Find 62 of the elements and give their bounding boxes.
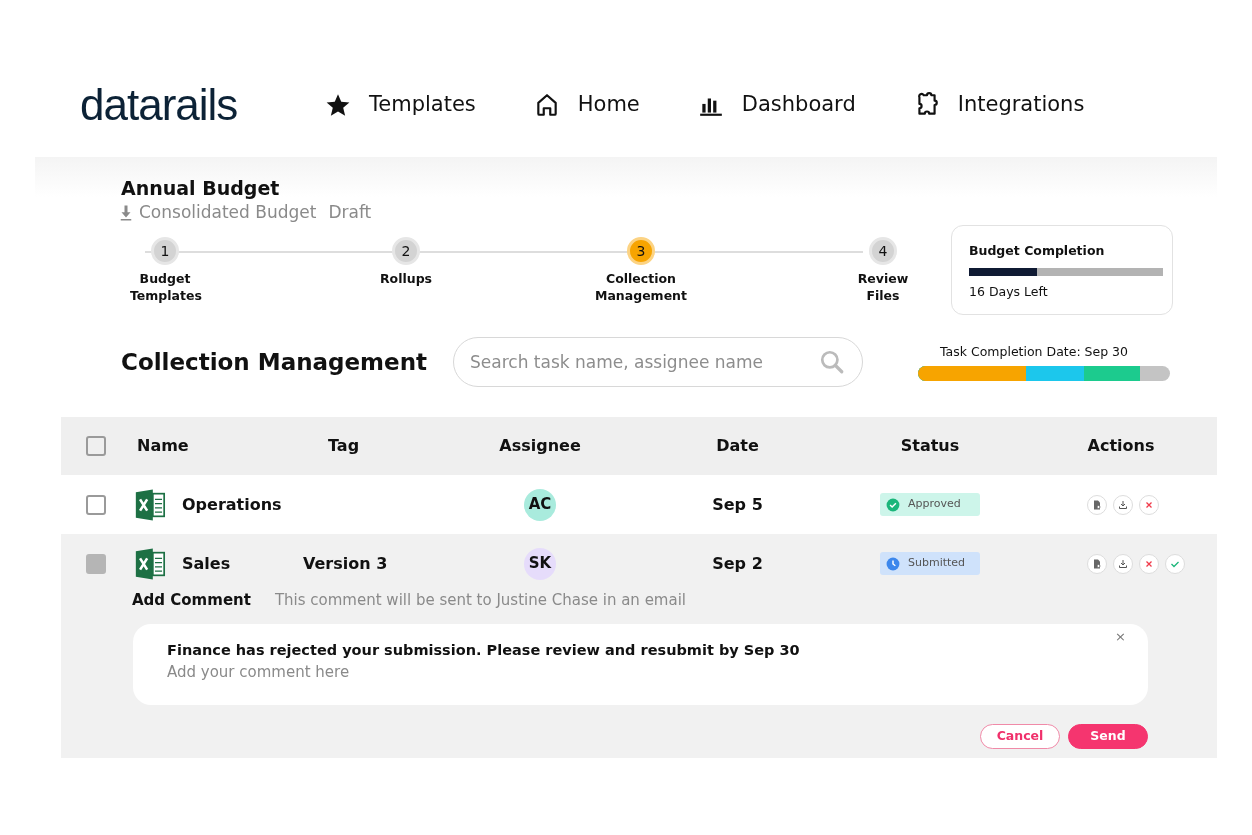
- step-label: Budget Templates: [130, 271, 200, 304]
- spreadsheet-icon: [133, 487, 167, 522]
- comment-label: Add Comment: [132, 590, 251, 611]
- file-name: Operations: [182, 493, 282, 516]
- file-preview-icon: [1091, 498, 1103, 511]
- nav-link[interactable]: Dashboard: [741, 88, 856, 121]
- download-button[interactable]: [1113, 553, 1133, 574]
- reject-button[interactable]: [1139, 553, 1159, 574]
- column-header: Assignee: [499, 435, 581, 457]
- reject-button[interactable]: [1139, 494, 1159, 515]
- date-text: Sep 5: [712, 493, 763, 516]
- step-circle[interactable]: 2: [392, 237, 420, 266]
- column-header: Date: [716, 435, 759, 457]
- status-text: Approved: [908, 496, 961, 513]
- file-name: Consolidated Budget: [139, 200, 317, 224]
- date-text: Sep 2: [712, 552, 763, 575]
- card-title: Budget Completion: [969, 242, 1106, 260]
- comment-field[interactable]: Finance has rejected your submission. Please review and resubmit by Sep 30 Add your comment here ×: [133, 623, 1148, 705]
- file-status: Draft: [328, 200, 372, 224]
- step-circle[interactable]: 4: [869, 237, 897, 266]
- status-text: Submitted: [908, 555, 966, 572]
- days-left: 16 Days Left: [969, 282, 1049, 301]
- nav-link[interactable]: Home: [577, 88, 640, 121]
- comment-hint: This comment will be sent to Justine Chase in an email: [274, 590, 686, 611]
- file-name: Sales: [182, 552, 231, 575]
- section-title: Collection Management: [121, 347, 429, 377]
- column-header: Actions: [1087, 435, 1155, 457]
- preview-button[interactable]: [1087, 494, 1107, 515]
- search-field[interactable]: Search task name, assignee name: [453, 337, 863, 387]
- column-header: Status: [900, 435, 960, 457]
- download-icon: [1117, 498, 1129, 511]
- check-circle-icon: [886, 497, 900, 512]
- send-button[interactable]: Send: [1068, 723, 1148, 749]
- nav-link[interactable]: Templates: [369, 88, 476, 121]
- download-button[interactable]: [1113, 494, 1133, 515]
- page-title: Annual Budget: [121, 177, 281, 200]
- step-label: Collection Management: [594, 271, 688, 304]
- file-preview-icon: [1091, 557, 1103, 570]
- close-button[interactable]: ×: [1109, 625, 1132, 647]
- nav-link[interactable]: Integrations: [957, 88, 1085, 121]
- spreadsheet-icon: [133, 546, 167, 581]
- step-label: Rollups: [378, 271, 434, 288]
- checkbox[interactable]: [86, 553, 106, 574]
- preview-button[interactable]: [1087, 553, 1107, 574]
- step-circle[interactable]: 1: [151, 237, 179, 266]
- checkbox[interactable]: [86, 494, 106, 515]
- approve-button[interactable]: [1165, 553, 1185, 574]
- column-header: Name: [137, 435, 189, 457]
- search-icon[interactable]: [819, 349, 845, 375]
- comment-message: Finance has rejected your submission. Please review and resubmit by Sep 30: [167, 640, 801, 660]
- logo: datarails: [80, 82, 239, 127]
- checkbox[interactable]: [86, 436, 106, 456]
- completion-date: Task Completion Date: Sep 30: [939, 342, 1129, 361]
- avatar: SK: [524, 547, 556, 580]
- download-icon: [1117, 557, 1129, 570]
- tag-text: Version 3: [303, 552, 388, 575]
- clock-icon: [886, 556, 900, 571]
- column-header: Tag: [328, 435, 360, 457]
- step-label: Review Files: [856, 271, 910, 304]
- avatar: AC: [524, 488, 556, 521]
- cancel-button[interactable]: Cancel: [980, 723, 1060, 749]
- step-circle[interactable]: 3: [627, 237, 655, 266]
